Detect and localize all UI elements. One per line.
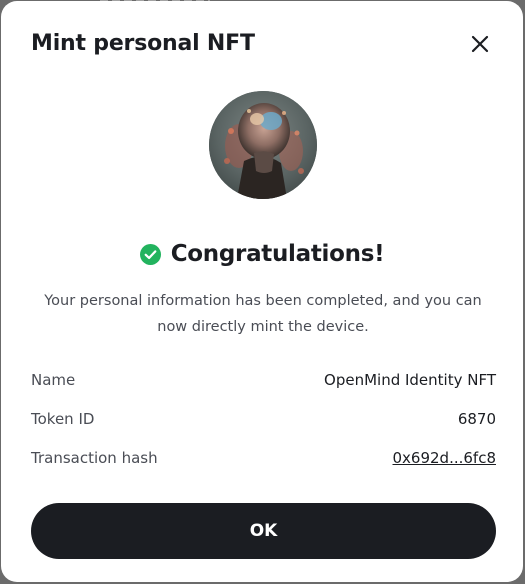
close-button[interactable] [469,33,491,55]
nft-avatar-image [209,91,317,199]
nft-avatar [209,91,317,199]
detail-label: Transaction hash [31,449,158,467]
detail-row-transaction-hash: Transaction hash 0x692d...6fc8 [31,447,496,469]
success-description: Your personal information has been compl… [44,293,482,335]
transaction-hash-link[interactable]: 0x692d...6fc8 [393,449,497,467]
success-heading: Congratulations! [170,241,385,267]
detail-row-token-id: Token ID 6870 [31,408,496,430]
dialog-title: Mint personal NFT [31,31,255,56]
check-circle-icon [139,243,161,265]
detail-label: Name [31,371,76,389]
detail-value: OpenMind Identity NFT [324,371,496,389]
detail-label: Token ID [31,410,95,428]
ok-button[interactable]: OK [31,503,496,559]
mint-nft-dialog: Mint personal NFT Congratulations! Your … [1,1,523,582]
detail-value: 6870 [457,410,496,428]
success-message: Congratulations! [1,241,523,267]
detail-row-name: Name OpenMind Identity NFT [31,369,496,391]
close-icon [471,35,489,53]
